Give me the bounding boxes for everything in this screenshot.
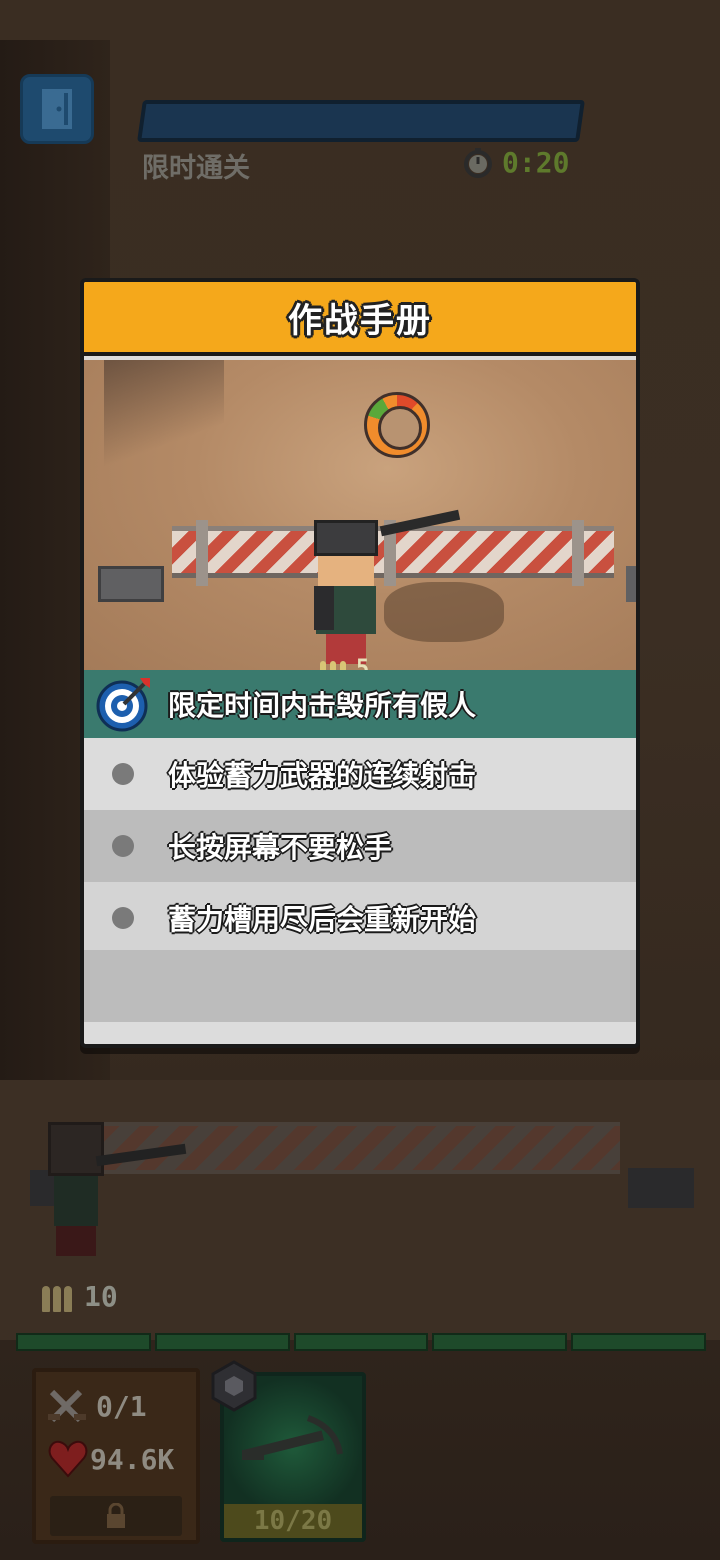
bullet-dot-icon xyxy=(112,763,134,785)
target-icon xyxy=(96,676,152,732)
preview-ammo-count: 5 xyxy=(356,656,370,670)
character-shadow xyxy=(384,582,504,642)
empty-tip-row xyxy=(84,950,636,1022)
ammo-count: 10 xyxy=(84,1280,118,1313)
bullet-dot-icon xyxy=(112,907,134,929)
ammo-indicator: 10 xyxy=(42,1280,118,1313)
goal-text: 限定时间内击毁所有假人 xyxy=(168,689,477,722)
mode-label: 限时通关 xyxy=(142,153,250,184)
exit-door-icon xyxy=(42,89,72,129)
combat-manual-dialog[interactable]: 作战手册 5 限定时间内击毁所有假人 体验蓄力武器的连续射击 长按屏幕不要松手 … xyxy=(80,278,640,1048)
health-row: 94.6K xyxy=(48,1440,174,1478)
tip-text: 长按屏幕不要松手 xyxy=(168,831,393,864)
wall-health-bar xyxy=(16,1333,706,1351)
bullets-icon xyxy=(42,1282,76,1312)
tip-item: 长按屏幕不要松手 xyxy=(84,810,636,882)
concrete-block xyxy=(628,1168,694,1208)
weapon-ammo: 10/20 xyxy=(224,1504,362,1538)
lock-icon xyxy=(107,1503,125,1528)
soldier-character xyxy=(314,520,380,670)
crossbow-icon xyxy=(242,1415,343,1460)
barrier-post xyxy=(572,520,584,586)
health-value: 94.6K xyxy=(90,1442,175,1476)
tip-text: 体验蓄力武器的连续射击 xyxy=(168,759,477,792)
dialog-header: 作战手册 xyxy=(84,282,636,356)
crossed-swords-icon xyxy=(48,1389,86,1423)
kills-row: 0/1 xyxy=(46,1386,147,1426)
timer-value: 0:20 xyxy=(502,146,570,179)
concrete-block xyxy=(626,566,636,602)
dialog-footer xyxy=(84,1022,636,1044)
bullet-dot-icon xyxy=(112,835,134,857)
tip-item: 蓄力槽用尽后会重新开始 xyxy=(84,882,636,954)
hexagon-badge-icon xyxy=(211,1360,257,1412)
level-progress-bar xyxy=(137,100,585,142)
player-character xyxy=(48,1122,104,1256)
stopwatch-icon xyxy=(464,147,492,178)
locked-slot[interactable] xyxy=(50,1496,182,1536)
tutorial-preview-image: 5 xyxy=(84,360,636,670)
exit-button[interactable] xyxy=(20,74,94,144)
dialog-title: 作战手册 xyxy=(288,300,432,341)
stats-panel: 0/1 94.6K xyxy=(32,1368,200,1544)
preview-ammo-indicator: 5 xyxy=(320,656,369,670)
tip-item: 体验蓄力武器的连续射击 xyxy=(84,738,636,810)
goal-row: 限定时间内击毁所有假人 xyxy=(84,670,636,738)
concrete-block xyxy=(98,566,164,602)
heart-icon xyxy=(48,1440,88,1478)
charge-ring xyxy=(364,392,430,458)
barrier-post xyxy=(196,520,208,586)
tip-text: 蓄力槽用尽后会重新开始 xyxy=(168,903,477,936)
timer: 0:20 xyxy=(462,146,569,179)
ground-crack xyxy=(104,360,224,470)
kills-value: 0/1 xyxy=(96,1389,147,1423)
